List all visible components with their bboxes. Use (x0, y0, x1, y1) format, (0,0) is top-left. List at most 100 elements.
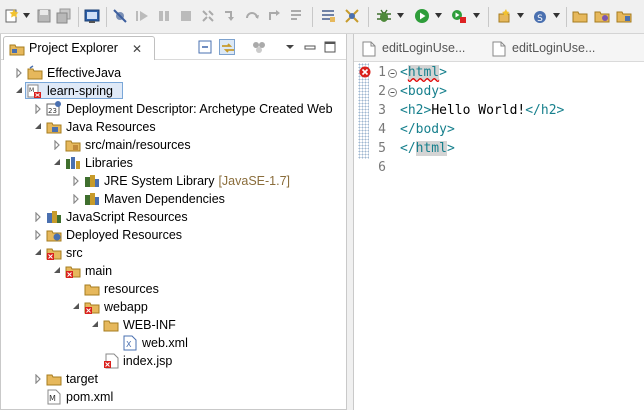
collapsed-arrow-icon[interactable] (72, 176, 80, 186)
tree-item[interactable]: WEB-INF (1, 316, 346, 334)
debug-dropdown-icon[interactable] (397, 13, 404, 18)
collapsed-arrow-icon[interactable] (53, 140, 61, 150)
tree-item[interactable]: target (1, 370, 346, 388)
tree-item[interactable]: JRE System Library [JavaSE-1.7] (1, 172, 346, 190)
external-tools-dropdown-icon[interactable] (473, 13, 480, 18)
line-number: 3 (378, 103, 386, 118)
terminal-icon[interactable] (84, 8, 100, 24)
save-all-icon[interactable] (56, 8, 72, 24)
step-into-icon[interactable] (222, 8, 238, 24)
collapsed-arrow-icon[interactable] (72, 194, 80, 204)
tree-item[interactable]: Mlearn-spring (1, 82, 346, 100)
libraries-icon (65, 155, 81, 171)
collapse-all-icon[interactable] (197, 39, 213, 55)
tree-item-label: index.jsp (123, 354, 173, 368)
expanded-arrow-icon[interactable] (91, 320, 99, 330)
javascript-resources-icon (46, 209, 62, 225)
open-task-icon[interactable] (594, 8, 610, 24)
new-java-project-dropdown-icon[interactable] (517, 13, 524, 18)
code-line-5[interactable]: </html> (400, 141, 455, 156)
tree-item[interactable]: Mpom.xml (1, 388, 346, 406)
fold-toggle-icon[interactable] (388, 69, 397, 78)
terminate-icon[interactable] (178, 8, 194, 24)
open-call-hierarchy-icon[interactable] (344, 8, 360, 24)
external-tools-icon[interactable] (451, 8, 467, 24)
expanded-arrow-icon[interactable] (15, 86, 23, 96)
run-icon[interactable] (414, 8, 430, 24)
open-type-icon[interactable] (572, 8, 588, 24)
new-dropdown-icon[interactable] (23, 13, 30, 18)
line-number: 1 (378, 65, 386, 80)
html-tag-highlight: html (407, 65, 440, 80)
deployed-resources-icon (46, 227, 62, 243)
debug-icon[interactable] (376, 8, 392, 24)
step-over-icon[interactable] (244, 8, 260, 24)
tree-item[interactable]: Libraries (1, 154, 346, 172)
svg-text:23: 23 (48, 107, 57, 115)
code-line-2[interactable]: <body> (400, 84, 447, 99)
line-number: 4 (378, 122, 386, 137)
collapsed-arrow-icon[interactable] (34, 104, 42, 114)
resume-icon[interactable] (134, 8, 150, 24)
folder-error-icon (84, 299, 100, 315)
expanded-arrow-icon[interactable] (72, 302, 80, 312)
tree-item-label: resources (104, 282, 159, 296)
expanded-arrow-icon[interactable] (34, 122, 42, 132)
expanded-arrow-icon[interactable] (53, 266, 61, 276)
step-return-icon[interactable] (266, 8, 282, 24)
expanded-arrow-icon[interactable] (34, 248, 42, 258)
svg-text:M: M (29, 87, 34, 94)
tree-item-label: web.xml (142, 336, 188, 350)
new-icon[interactable] (4, 8, 20, 24)
tree-item[interactable]: main (1, 262, 346, 280)
tree-item[interactable]: Java Resources (1, 118, 346, 136)
new-java-package-icon[interactable]: S (532, 8, 548, 24)
folder-icon (46, 371, 62, 387)
new-java-project-icon[interactable] (496, 8, 512, 24)
focus-on-active-task-icon[interactable] (251, 39, 267, 55)
library-icon (84, 191, 100, 207)
disconnect-icon[interactable] (200, 8, 216, 24)
tree-item-text: JRE System Library [JavaSE-1.7] (104, 174, 290, 188)
code-line-3[interactable]: <h2>Hello World!</h2> (400, 103, 564, 118)
link-with-editor-icon[interactable] (219, 39, 235, 55)
project-explorer-tab[interactable]: Project Explorer ✕ (3, 36, 155, 60)
suspend-icon[interactable] (156, 8, 172, 24)
java-resources-icon (46, 119, 62, 135)
collapsed-arrow-icon[interactable] (15, 68, 23, 78)
collapsed-arrow-icon[interactable] (34, 212, 42, 222)
run-dropdown-icon[interactable] (435, 13, 442, 18)
close-icon[interactable]: ✕ (132, 42, 142, 56)
tree-item[interactable]: Deployed Resources (1, 226, 346, 244)
tree-item[interactable]: src/main/resources (1, 136, 346, 154)
collapsed-arrow-icon[interactable] (34, 374, 42, 384)
tree-item-label: JRE System Library (104, 174, 215, 188)
open-resource-icon[interactable] (616, 8, 632, 24)
view-menu-icon[interactable] (282, 39, 298, 55)
code-line-4[interactable]: </body> (400, 122, 455, 137)
expanded-arrow-icon[interactable] (53, 158, 61, 168)
source-folder-icon (65, 137, 81, 153)
tree-item[interactable]: JavaScript Resources (1, 208, 346, 226)
tree-item[interactable]: 23 Deployment Descriptor: Archetype Creat… (1, 100, 346, 118)
save-icon[interactable] (36, 8, 52, 24)
code-line-1[interactable]: <html> (400, 65, 447, 80)
drop-to-frame-icon[interactable] (288, 8, 304, 24)
tree-item[interactable]: webapp (1, 298, 346, 316)
tree-item[interactable]: index.jsp (1, 352, 346, 370)
tree-item[interactable]: Xweb.xml (1, 334, 346, 352)
tree-item-label: Deployed Resources (66, 228, 183, 242)
tree-item[interactable]: EffectiveJava (1, 64, 346, 82)
tree-item[interactable]: src (1, 244, 346, 262)
skip-breakpoints-icon[interactable] (112, 8, 128, 24)
collapsed-arrow-icon[interactable] (34, 230, 42, 240)
fold-toggle-icon[interactable] (388, 88, 397, 97)
maven-pom-icon: M (46, 389, 62, 405)
new-java-package-dropdown-icon[interactable] (553, 13, 560, 18)
maximize-icon[interactable] (322, 39, 338, 55)
use-step-filters-icon[interactable] (320, 8, 336, 24)
minimize-icon[interactable] (302, 39, 318, 55)
tree-item-label: Deployment Descriptor: Archetype Created… (66, 102, 333, 116)
tree-item[interactable]: Maven Dependencies (1, 190, 346, 208)
tree-item[interactable]: resources (1, 280, 346, 298)
